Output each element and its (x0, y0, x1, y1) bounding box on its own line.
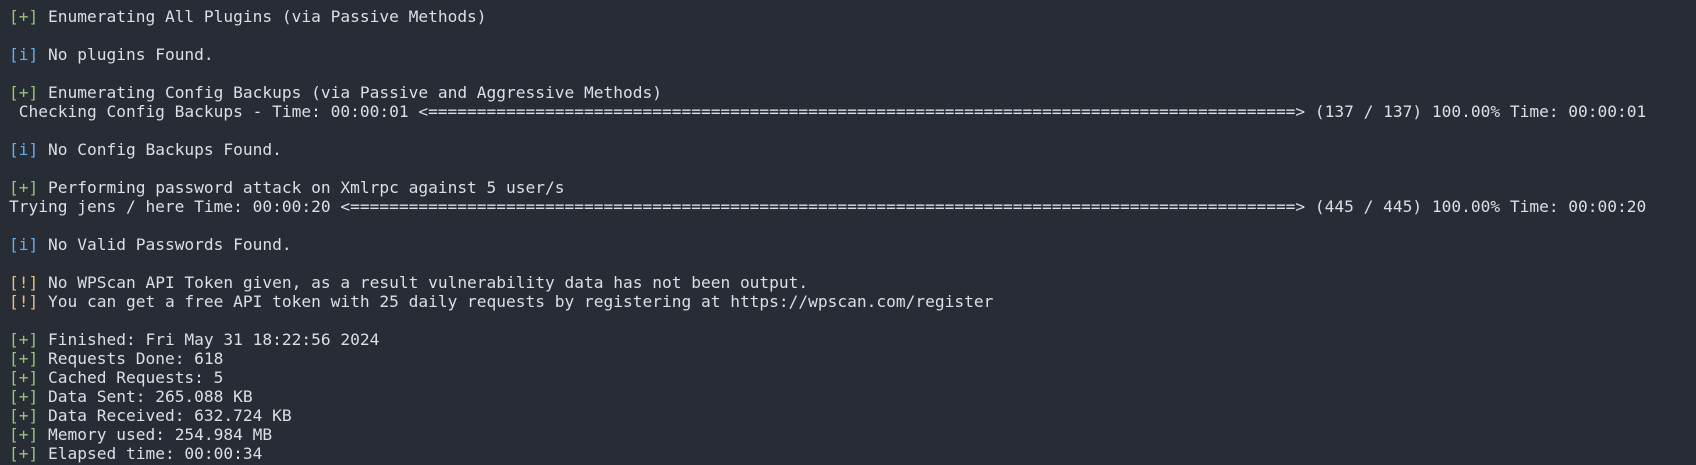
line-text: Memory used: 254.984 MB (38, 425, 273, 444)
line-text: No Valid Passwords Found. (38, 235, 292, 254)
progress-line: Trying jens / here Time: 00:00:20 <=====… (9, 197, 1696, 216)
status-tag: [i] (9, 235, 39, 254)
line-text: No WPScan API Token given, as a result v… (38, 273, 809, 292)
success-line: [+] Performing password attack on Xmlrpc… (9, 178, 1696, 197)
success-line: [+] Memory used: 254.984 MB (9, 425, 1696, 444)
warning-line: [!] You can get a free API token with 25… (9, 292, 1696, 311)
status-tag: [+] (9, 83, 39, 102)
info-line: [i] No plugins Found. (9, 45, 1696, 64)
line-text: Trying jens / here Time: 00:00:20 <=====… (9, 197, 1647, 216)
success-line: [+] Finished: Fri May 31 18:22:56 2024 (9, 330, 1696, 349)
line-text: Requests Done: 618 (38, 349, 224, 368)
line-text: Data Received: 632.724 KB (38, 406, 292, 425)
line-text: Finished: Fri May 31 18:22:56 2024 (38, 330, 380, 349)
line-text: No Config Backups Found. (38, 140, 282, 159)
status-tag: [!] (9, 292, 39, 311)
info-line: [i] No Valid Passwords Found. (9, 235, 1696, 254)
line-text: Data Sent: 265.088 KB (38, 387, 253, 406)
status-tag: [+] (9, 330, 39, 349)
status-tag: [+] (9, 7, 39, 26)
warning-line: [!] No WPScan API Token given, as a resu… (9, 273, 1696, 292)
status-tag: [!] (9, 273, 39, 292)
status-tag: [+] (9, 349, 39, 368)
terminal-output[interactable]: [+] Enumerating All Plugins (via Passive… (0, 0, 1696, 465)
info-line: [i] No Config Backups Found. (9, 140, 1696, 159)
status-tag: [i] (9, 45, 39, 64)
success-line: [+] Elapsed time: 00:00:34 (9, 444, 1696, 463)
line-text: Checking Config Backups - Time: 00:00:01… (9, 102, 1647, 121)
status-tag: [+] (9, 444, 39, 463)
status-tag: [+] (9, 425, 39, 444)
success-line: [+] Cached Requests: 5 (9, 368, 1696, 387)
success-line: [+] Enumerating All Plugins (via Passive… (9, 7, 1696, 26)
progress-line: Checking Config Backups - Time: 00:00:01… (9, 102, 1696, 121)
line-text: Performing password attack on Xmlrpc aga… (38, 178, 565, 197)
line-text: Enumerating All Plugins (via Passive Met… (38, 7, 487, 26)
status-tag: [i] (9, 140, 39, 159)
status-tag: [+] (9, 178, 39, 197)
line-text: Enumerating Config Backups (via Passive … (38, 83, 662, 102)
line-text: You can get a free API token with 25 dai… (38, 292, 994, 311)
line-text: Elapsed time: 00:00:34 (38, 444, 263, 463)
success-line: [+] Requests Done: 618 (9, 349, 1696, 368)
success-line: [+] Data Received: 632.724 KB (9, 406, 1696, 425)
success-line: [+] Data Sent: 265.088 KB (9, 387, 1696, 406)
status-tag: [+] (9, 406, 39, 425)
success-line: [+] Enumerating Config Backups (via Pass… (9, 83, 1696, 102)
line-text: No plugins Found. (38, 45, 214, 64)
line-text: Cached Requests: 5 (38, 368, 224, 387)
status-tag: [+] (9, 387, 39, 406)
status-tag: [+] (9, 368, 39, 387)
